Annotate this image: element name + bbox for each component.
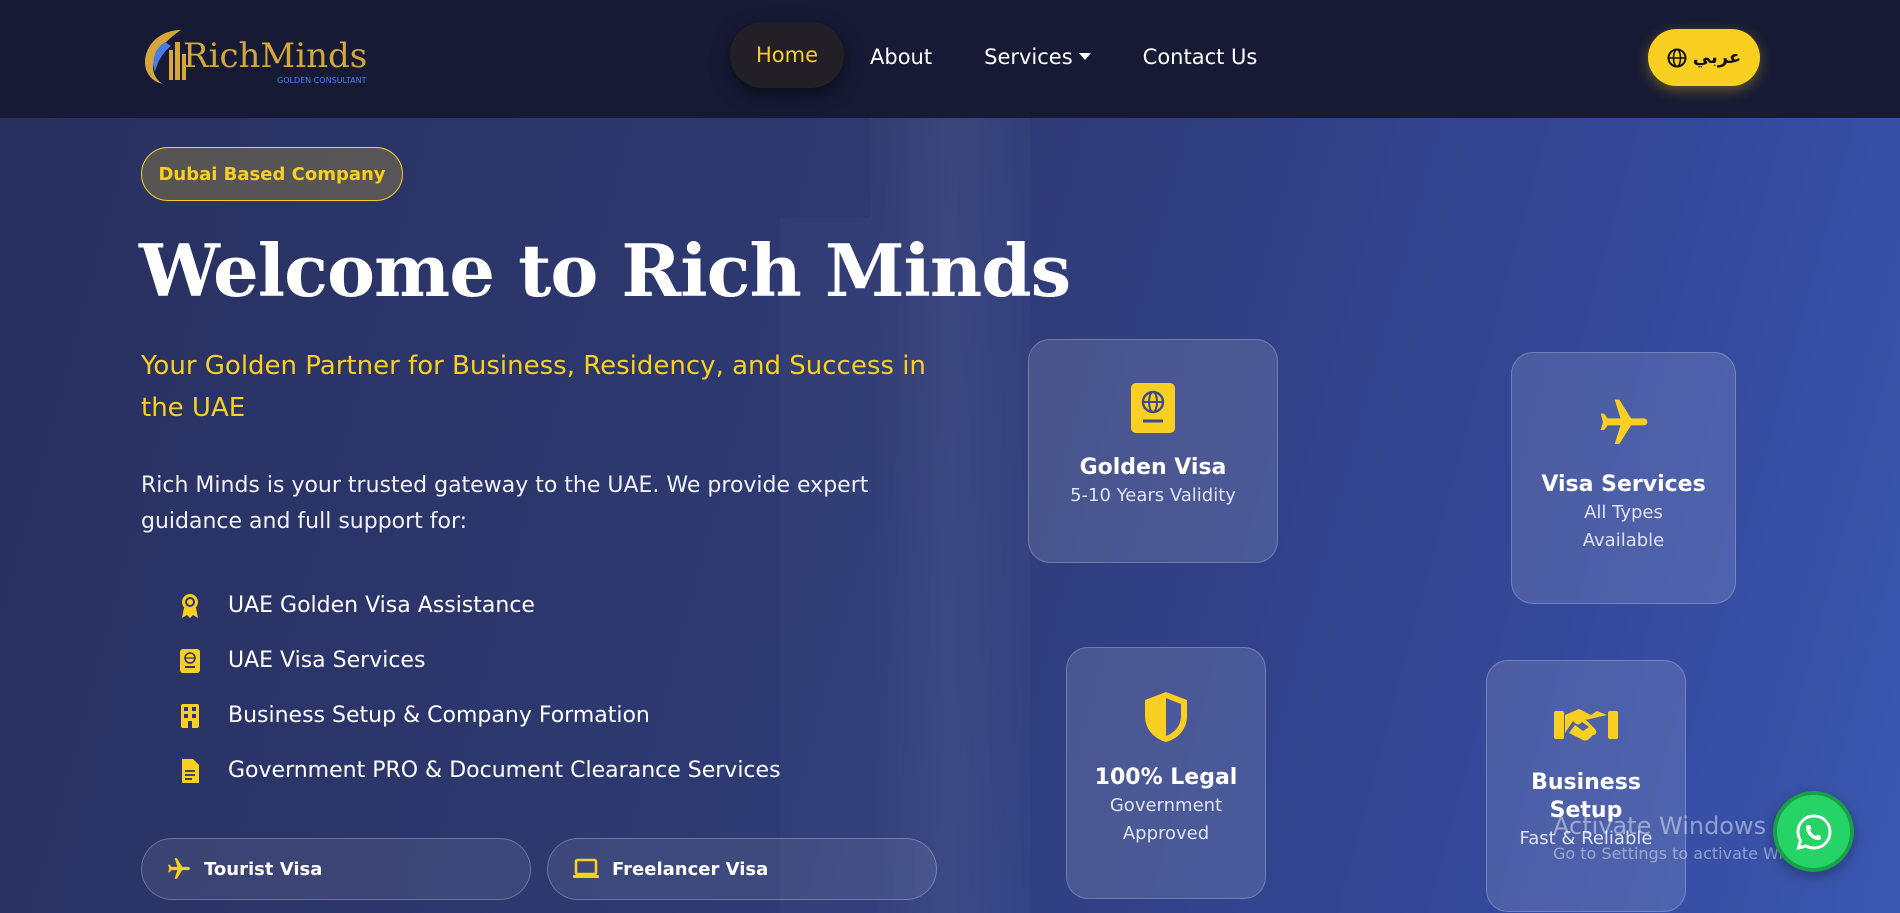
- card-business-setup[interactable]: Business Setup Fast & Reliable: [1486, 660, 1686, 912]
- whatsapp-button[interactable]: [1773, 791, 1854, 872]
- feature-label: Business Setup & Company Formation: [228, 703, 650, 728]
- hero-intro: Rich Minds is your trusted gateway to th…: [141, 473, 869, 534]
- nav-about[interactable]: About: [844, 22, 958, 92]
- freelancer-visa-button[interactable]: Freelancer Visa: [547, 838, 937, 900]
- list-item: Business Setup & Company Formation: [178, 688, 781, 743]
- document-icon: [178, 757, 202, 785]
- whatsapp-icon: [1795, 813, 1832, 850]
- passport-icon: [1131, 383, 1175, 433]
- card-title: Golden Visa: [1079, 455, 1227, 480]
- logo[interactable]: RichMinds GOLDEN CONSULTANT: [141, 22, 367, 90]
- card-subtitle: All Types Available: [1582, 502, 1665, 551]
- globe-icon: [1667, 48, 1687, 67]
- shield-icon: [1145, 692, 1187, 742]
- card-title: 100% Legal: [1094, 765, 1238, 790]
- company-badge: Dubai Based Company: [141, 147, 403, 201]
- nav-home[interactable]: Home: [730, 22, 845, 88]
- hero-subtitle: Your Golden Partner for Business, Reside…: [141, 351, 926, 423]
- chevron-down-icon: [1078, 52, 1091, 60]
- feature-label: UAE Golden Visa Assistance: [228, 593, 535, 618]
- nav-services[interactable]: Services: [958, 22, 1117, 92]
- plane-icon: [1600, 399, 1647, 444]
- pill-label: Freelancer Visa: [612, 858, 769, 880]
- hero-title: Welcome to Rich Minds: [139, 228, 1071, 313]
- background-building: [780, 218, 870, 913]
- card-subtitle: Government Approved: [1109, 795, 1223, 844]
- card-golden-visa[interactable]: Golden Visa 5-10 Years Validity: [1028, 339, 1278, 563]
- card-visa-services[interactable]: Visa Services All Types Available: [1511, 352, 1736, 604]
- feature-list: UAE Golden Visa Assistance UAE Visa Serv…: [178, 578, 781, 798]
- nav-services-label: Services: [984, 45, 1073, 69]
- nav-contact[interactable]: Contact Us: [1117, 22, 1284, 92]
- list-item: UAE Visa Services: [178, 633, 781, 688]
- list-item: Government PRO & Document Clearance Serv…: [178, 743, 781, 798]
- award-icon: [178, 592, 202, 620]
- pill-label: Tourist Visa: [204, 858, 323, 880]
- passport-icon: [178, 647, 202, 675]
- handshake-icon: [1554, 709, 1618, 741]
- card-subtitle: 5-10 Years Validity: [1070, 485, 1236, 506]
- tourist-visa-button[interactable]: Tourist Visa: [141, 838, 531, 900]
- nav-menu: Home About Services Contact Us: [730, 22, 1283, 92]
- navbar: RichMinds GOLDEN CONSULTANT Home About S…: [0, 0, 1900, 118]
- card-legal[interactable]: 100% Legal Government Approved: [1066, 647, 1266, 899]
- laptop-icon: [573, 858, 599, 878]
- language-label: عربي: [1692, 47, 1742, 68]
- list-item: UAE Golden Visa Assistance: [178, 578, 781, 633]
- card-title: Visa Services: [1541, 472, 1706, 497]
- logo-subtitle: GOLDEN CONSULTANT: [277, 76, 367, 85]
- logo-text: RichMinds: [183, 36, 368, 76]
- language-toggle-button[interactable]: عربي: [1648, 29, 1760, 86]
- feature-label: UAE Visa Services: [228, 648, 426, 673]
- plane-icon: [168, 858, 190, 879]
- feature-label: Government PRO & Document Clearance Serv…: [228, 758, 781, 783]
- building-icon: [178, 702, 202, 730]
